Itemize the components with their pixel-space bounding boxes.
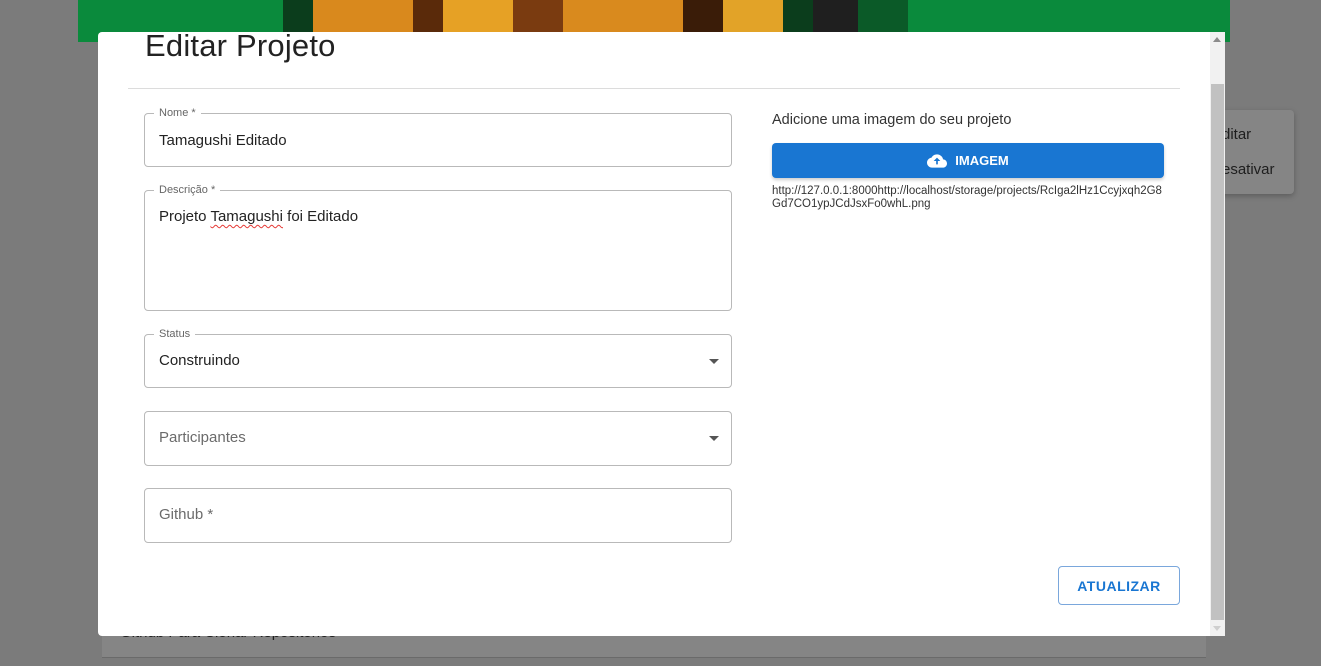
- background-menu-item-edit: ditar: [1222, 126, 1252, 143]
- nome-label: Nome *: [154, 106, 201, 120]
- misspelled-word: Tamagushi: [210, 208, 283, 225]
- edit-project-dialog: Editar Projeto Nome * Tamagushi Editado …: [98, 32, 1225, 636]
- scrollbar-thumb[interactable]: [1211, 84, 1224, 620]
- arrow-drop-down-icon: [709, 436, 719, 441]
- arrow-drop-down-icon: [709, 359, 719, 364]
- participantes-placeholder: Participantes: [159, 429, 246, 446]
- github-field[interactable]: Github *: [144, 488, 732, 543]
- cloud-upload-icon: [927, 153, 948, 168]
- status-value: Construindo: [159, 352, 240, 369]
- nome-value: Tamagushi Editado: [159, 132, 287, 149]
- background-menu-item-deactivate: esativar: [1222, 161, 1275, 178]
- image-url-text: http://127.0.0.1:8000http://localhost/st…: [772, 185, 1162, 210]
- title-divider: [128, 88, 1180, 89]
- update-button[interactable]: ATUALIZAR: [1058, 566, 1180, 605]
- descricao-field[interactable]: Descrição * Projeto Tamagushi foi Editad…: [144, 183, 732, 311]
- participantes-select[interactable]: Participantes: [144, 411, 732, 466]
- status-label: Status: [154, 327, 196, 341]
- status-select[interactable]: Status Construindo: [144, 327, 732, 388]
- image-upload-label: Adicione uma imagem do seu projeto: [772, 112, 1012, 128]
- dialog-scrollbar[interactable]: [1210, 32, 1225, 636]
- scroll-down-arrow-icon[interactable]: [1213, 626, 1221, 631]
- upload-image-button[interactable]: IMAGEM: [772, 143, 1164, 178]
- nome-field[interactable]: Nome * Tamagushi Editado: [144, 106, 732, 167]
- scroll-up-arrow-icon[interactable]: [1213, 37, 1221, 42]
- descricao-label: Descrição *: [154, 183, 221, 197]
- descricao-value: Projeto Tamagushi foi Editado: [159, 208, 359, 225]
- dialog-title: Editar Projeto: [145, 32, 336, 63]
- upload-image-button-label: IMAGEM: [955, 153, 1009, 168]
- github-placeholder: Github *: [159, 506, 214, 523]
